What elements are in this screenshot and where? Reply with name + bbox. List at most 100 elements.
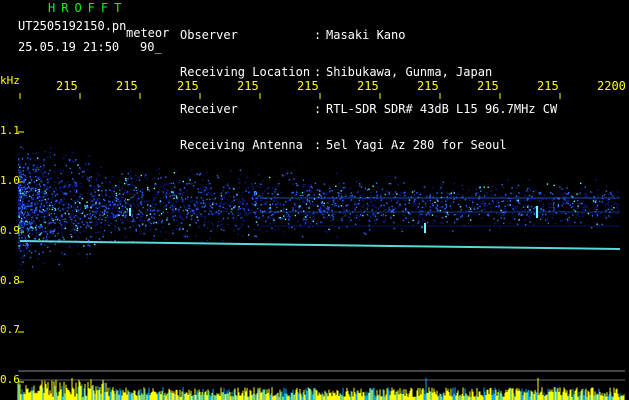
noise-pixel — [45, 202, 47, 205]
noise-pixel — [349, 200, 351, 202]
noise-pixel — [38, 220, 40, 222]
noise-pixel — [41, 211, 43, 213]
noise-pixel — [255, 221, 258, 223]
noise-pixel — [388, 183, 390, 185]
noise-pixel — [43, 164, 45, 167]
noise-pixel — [500, 217, 502, 219]
noise-pixel — [30, 189, 32, 191]
noise-pixel — [22, 203, 24, 205]
noise-pixel — [31, 209, 33, 211]
noise-pixel — [58, 216, 60, 219]
noise-pixel — [589, 191, 592, 193]
noise-pixel — [384, 192, 387, 195]
noise-pixel — [528, 216, 530, 218]
noise-pixel — [46, 208, 48, 210]
noise-pixel — [316, 189, 319, 191]
noise-pixel — [340, 190, 342, 192]
noise-pixel — [311, 186, 313, 189]
noise-pixel — [381, 203, 383, 205]
noise-pixel — [190, 196, 193, 199]
noise-pixel — [105, 177, 107, 179]
noise-pixel — [510, 192, 512, 194]
noise-pixel — [23, 186, 25, 188]
noise-pixel — [255, 193, 258, 195]
noise-pixel — [497, 202, 500, 204]
noise-pixel — [269, 222, 271, 225]
noise-pixel — [538, 192, 540, 194]
noise-pixel — [141, 216, 144, 218]
noise-pixel — [46, 235, 48, 237]
noise-pixel — [61, 232, 63, 234]
noise-pixel — [18, 215, 20, 217]
noise-pixel — [38, 193, 40, 195]
noise-pixel — [139, 217, 142, 220]
noise-pixel — [310, 183, 312, 185]
noise-pixel — [617, 204, 620, 206]
noise-pixel — [138, 179, 141, 181]
noise-pixel — [66, 206, 69, 208]
noise-pixel — [413, 200, 416, 202]
noise-pixel — [292, 191, 294, 194]
noise-pixel — [370, 217, 372, 219]
noise-pixel — [360, 208, 362, 210]
noise-pixel — [383, 221, 385, 223]
noise-pixel — [543, 194, 546, 196]
noise-pixel — [111, 190, 113, 192]
noise-pixel — [62, 236, 64, 239]
noise-pixel — [567, 193, 569, 195]
noise-pixel — [560, 219, 562, 222]
noise-pixel — [244, 209, 246, 212]
noise-pixel — [36, 189, 38, 191]
noise-pixel — [212, 202, 214, 204]
noise-pixel — [40, 177, 42, 180]
noise-pixel — [31, 202, 33, 204]
noise-pixel — [89, 204, 92, 206]
noise-pixel — [253, 192, 255, 194]
noise-pixel — [593, 198, 595, 201]
noise-pixel — [413, 190, 416, 192]
noise-pixel — [41, 207, 43, 209]
noise-pixel — [20, 207, 23, 209]
noise-pixel — [50, 212, 52, 215]
noise-pixel — [38, 189, 40, 191]
noise-pixel — [138, 213, 140, 216]
noise-pixel — [453, 214, 456, 217]
noise-pixel — [175, 228, 178, 230]
noise-pixel — [18, 240, 20, 242]
noise-pixel — [227, 182, 229, 185]
noise-pixel — [158, 214, 161, 216]
noise-pixel — [63, 185, 66, 188]
noise-pixel — [165, 208, 168, 210]
noise-pixel — [345, 209, 348, 212]
noise-pixel — [441, 216, 443, 219]
noise-pixel — [164, 184, 166, 186]
noise-pixel — [115, 219, 117, 222]
noise-pixel — [425, 213, 428, 215]
x-tick-label: 215 — [177, 79, 199, 93]
noise-pixel — [72, 152, 74, 154]
noise-pixel — [48, 222, 50, 224]
noise-pixel — [75, 185, 77, 188]
noise-pixel — [53, 190, 55, 193]
noise-pixel — [198, 191, 200, 193]
noise-pixel — [228, 191, 230, 194]
noise-pixel — [220, 200, 222, 203]
noise-pixel — [130, 206, 132, 208]
noise-pixel — [258, 195, 260, 197]
noise-pixel — [120, 211, 123, 214]
noise-pixel — [334, 202, 337, 205]
noise-pixel — [601, 195, 604, 197]
noise-pixel — [404, 194, 406, 197]
noise-pixel — [178, 208, 180, 211]
noise-pixel — [213, 202, 215, 205]
noise-pixel — [320, 195, 322, 197]
noise-pixel — [27, 212, 29, 214]
noise-pixel — [462, 188, 464, 190]
noise-pixel — [310, 203, 312, 205]
noise-pixel — [79, 196, 81, 198]
noise-pixel — [342, 202, 344, 204]
noise-pixel — [447, 193, 449, 195]
noise-pixel — [437, 210, 439, 212]
noise-pixel — [276, 206, 278, 209]
noise-pixel — [107, 206, 109, 208]
